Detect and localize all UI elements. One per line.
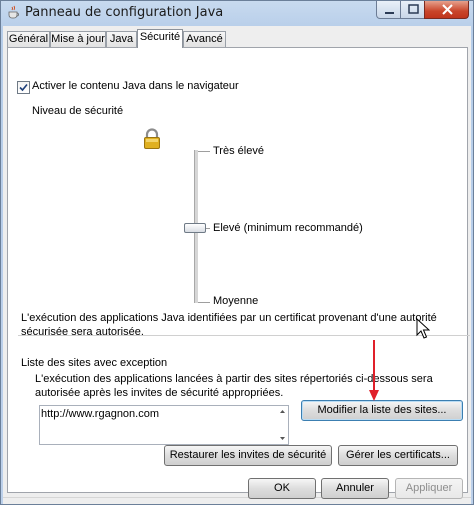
slider-tick-very-high: [198, 151, 210, 152]
annotation-arrow-icon: [368, 340, 380, 405]
tab-security[interactable]: Sécurité: [137, 29, 183, 48]
manage-certificates-button[interactable]: Gérer les certificats...: [338, 445, 458, 466]
scroll-arrows-icon: [280, 410, 285, 440]
apply-button[interactable]: Appliquer: [395, 478, 463, 499]
tab-general[interactable]: Général: [7, 31, 50, 47]
window-title: Panneau de configuration Java: [25, 5, 224, 20]
edit-site-list-button[interactable]: Modifier la liste des sites...: [301, 400, 463, 421]
close-icon: [442, 4, 453, 15]
security-level-label: Niveau de sécurité: [32, 105, 124, 117]
level-high-label: Elevé (minimum recommandé): [213, 222, 363, 234]
maximize-icon: [408, 4, 419, 14]
tab-advanced[interactable]: Avancé: [183, 31, 226, 47]
exception-list-label: Liste des sites avec exception: [21, 357, 168, 369]
restore-security-prompts-button[interactable]: Restaurer les invites de sécurité: [164, 445, 332, 466]
minimize-button[interactable]: [376, 1, 401, 19]
tab-java[interactable]: Java: [106, 31, 137, 47]
mouse-pointer-icon: [416, 317, 431, 343]
enable-java-label: Activer le contenu Java dans le navigate…: [32, 80, 239, 92]
exception-list-description: L'exécution des applications lancées à p…: [35, 373, 433, 399]
title-bar[interactable]: Panneau de configuration Java: [1, 1, 473, 25]
checkmark-icon: [19, 83, 28, 92]
level-very-high-label: Très élevé: [213, 145, 264, 157]
slider-tick-medium: [198, 302, 210, 303]
tab-update[interactable]: Mise à jour: [50, 31, 106, 47]
security-panel: Activer le contenu Java dans le navigate…: [7, 47, 470, 493]
padlock-icon: [142, 128, 162, 153]
ok-button[interactable]: OK: [248, 478, 316, 499]
exception-list-scrollbar[interactable]: [277, 406, 288, 444]
exception-site-item[interactable]: http://www.rgagnon.com: [41, 408, 159, 420]
exception-site-list[interactable]: http://www.rgagnon.com: [39, 405, 289, 445]
enable-java-checkbox[interactable]: [17, 81, 30, 94]
dialog-body: Général Mise à jour Java Sécurité Avancé…: [3, 26, 471, 504]
minimize-icon: [385, 12, 394, 14]
level-medium-label: Moyenne: [213, 295, 259, 307]
close-button[interactable]: [424, 1, 469, 19]
java-cup-icon: [7, 5, 21, 19]
security-level-slider-thumb[interactable]: [184, 223, 206, 233]
java-control-panel-window: Panneau de configuration Java Général Mi…: [0, 0, 474, 505]
cancel-button[interactable]: Annuler: [321, 478, 389, 499]
maximize-button[interactable]: [400, 1, 425, 19]
